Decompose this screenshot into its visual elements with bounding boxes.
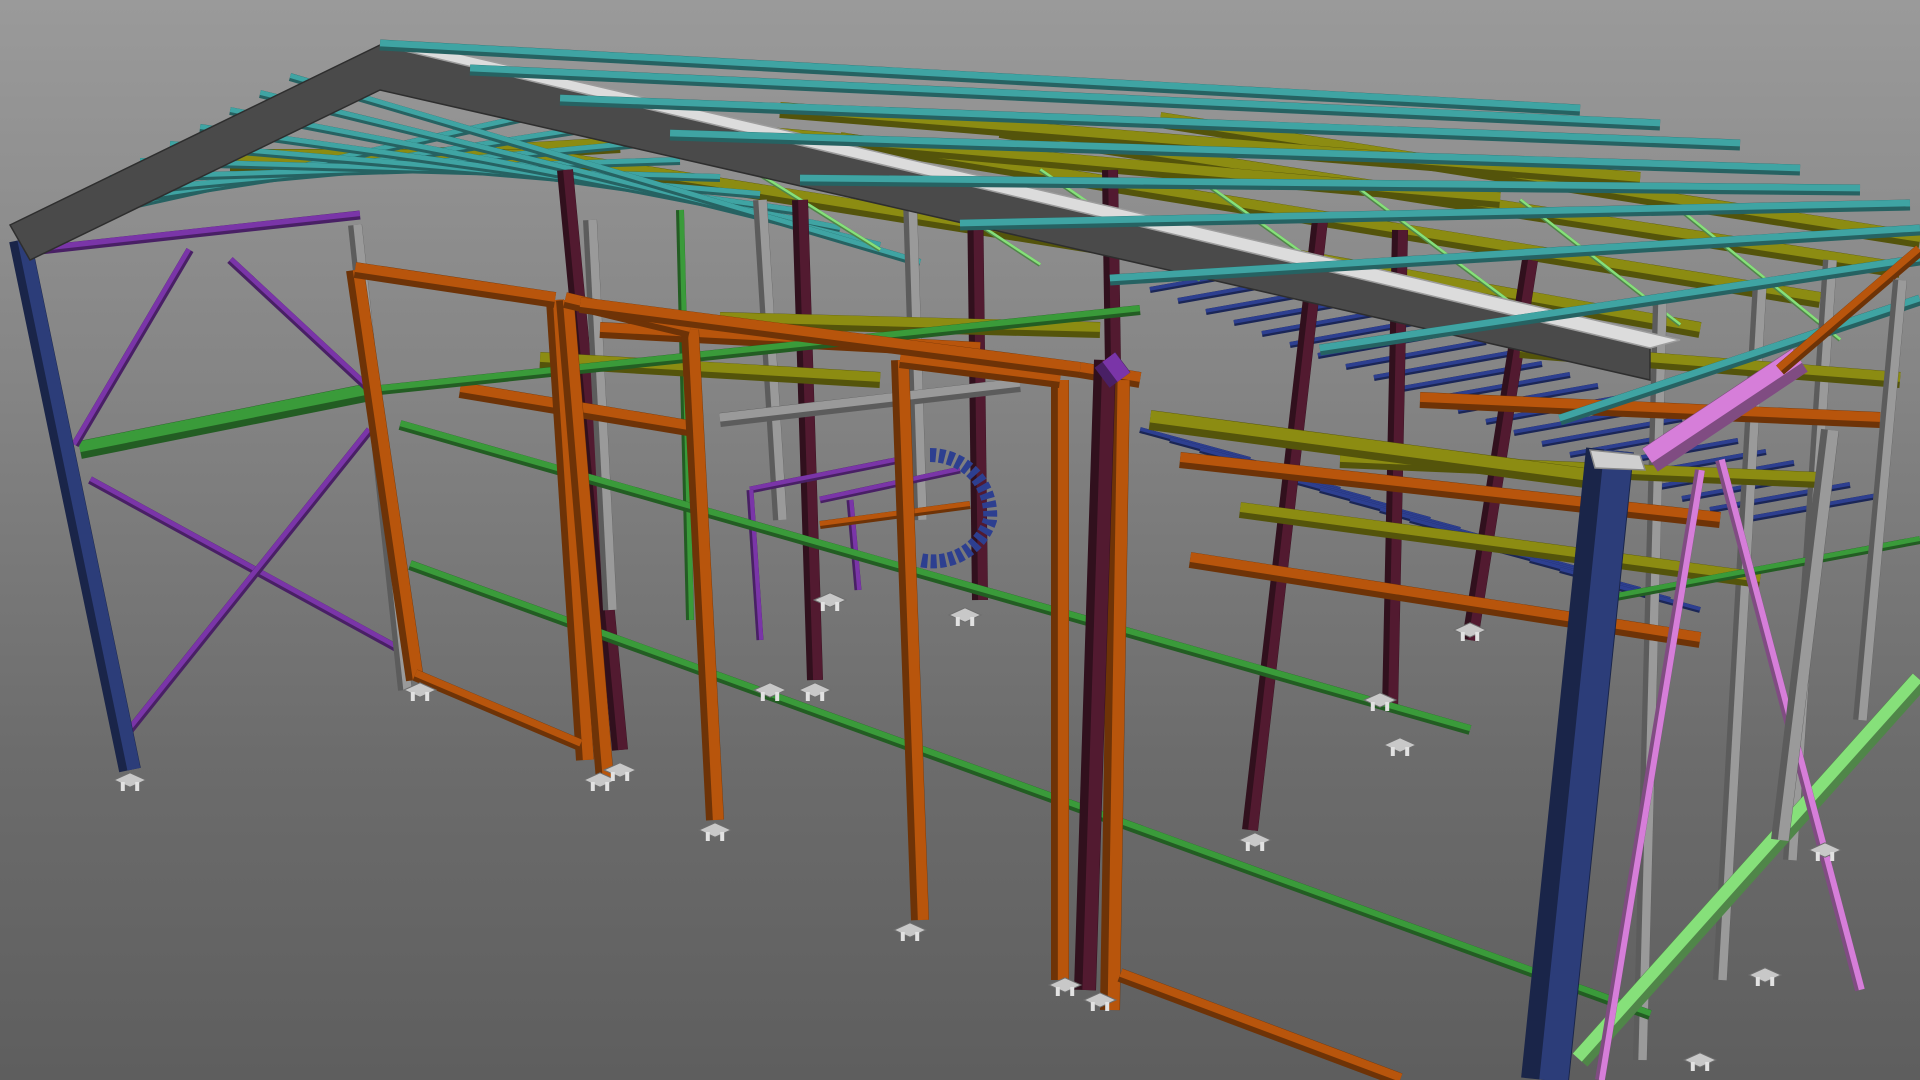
- girt[interactable]: [78, 381, 382, 459]
- base-plate[interactable]: [892, 922, 928, 941]
- gable-brace[interactable]: [126, 427, 374, 733]
- base-plate[interactable]: [112, 772, 148, 791]
- base-plate[interactable]: [1682, 1052, 1718, 1071]
- girt[interactable]: [1572, 673, 1920, 1067]
- door-frame-sill[interactable]: [412, 669, 583, 751]
- base-plate[interactable]: [697, 822, 733, 841]
- door-frame-sill[interactable]: [1117, 968, 1403, 1080]
- platform-beam[interactable]: [846, 499, 862, 591]
- base-plate[interactable]: [1382, 737, 1418, 756]
- door-frame-post[interactable]: [346, 268, 424, 682]
- platform-beam[interactable]: [746, 489, 764, 641]
- base-plate[interactable]: [797, 682, 833, 701]
- door-frame-post[interactable]: [1051, 380, 1069, 980]
- door-frame-head[interactable]: [353, 262, 557, 308]
- platform-beam[interactable]: [819, 501, 971, 529]
- steel-structure-model[interactable]: [0, 0, 1920, 1080]
- gable-brace[interactable]: [88, 476, 402, 654]
- main-column[interactable]: [9, 237, 141, 773]
- base-plate[interactable]: [1747, 967, 1783, 986]
- mezzanine-beam[interactable]: [1419, 392, 1881, 428]
- gable-brace[interactable]: [71, 247, 194, 448]
- column-cap[interactable]: [1588, 449, 1647, 471]
- grey-column[interactable]: [753, 199, 787, 521]
- base-plate[interactable]: [947, 607, 983, 626]
- interior-column[interactable]: [792, 199, 823, 681]
- 3d-viewport[interactable]: [0, 0, 1920, 1080]
- base-plate[interactable]: [1237, 832, 1273, 851]
- interior-column[interactable]: [1094, 352, 1131, 388]
- door-frame-post[interactable]: [681, 329, 724, 821]
